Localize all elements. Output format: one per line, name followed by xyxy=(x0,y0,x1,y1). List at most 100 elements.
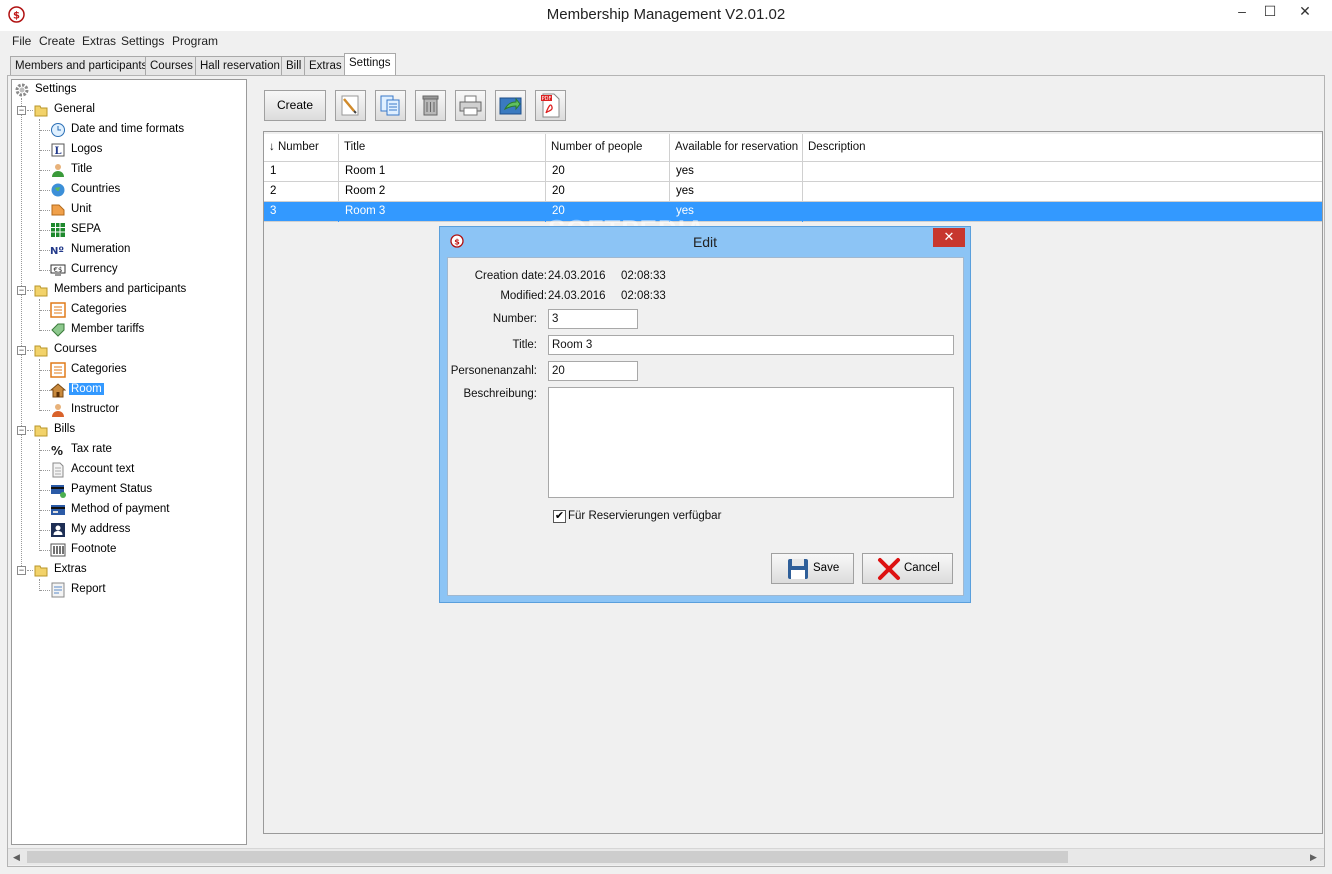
categories-icon xyxy=(50,362,66,378)
column-header-title[interactable]: Title xyxy=(339,134,546,162)
document-icon xyxy=(52,462,64,478)
modified-label: Modified: xyxy=(500,290,547,302)
globe-icon xyxy=(51,183,65,197)
menu-create[interactable]: Create xyxy=(39,34,75,48)
settings-tree[interactable]: Settings − General Date and time formats… xyxy=(11,79,247,845)
creation-date-value: 24.03.2016 xyxy=(548,270,606,282)
svg-text:PDF: PDF xyxy=(542,96,552,102)
collapse-toggle[interactable]: − xyxy=(17,566,26,575)
menu-program[interactable]: Program xyxy=(172,34,218,48)
svg-text:%: % xyxy=(51,444,63,458)
create-button[interactable]: Create xyxy=(264,90,326,121)
cell-title: Room 3 xyxy=(339,202,546,222)
print-button[interactable] xyxy=(455,90,486,121)
printer-icon xyxy=(459,95,482,116)
svg-text:L: L xyxy=(54,146,61,157)
people-count-input[interactable]: 20 xyxy=(548,361,638,381)
tab-members-and-participants[interactable]: Members and participants xyxy=(10,56,153,75)
svg-text:€$: €$ xyxy=(54,266,63,274)
people-count-label: Personenanzahl: xyxy=(450,365,537,377)
collapse-toggle[interactable]: − xyxy=(17,106,26,115)
column-header-available-for-reservation[interactable]: Available for reservation xyxy=(670,134,803,162)
footnote-icon xyxy=(50,543,66,557)
scroll-right-icon[interactable]: ▶ xyxy=(1305,849,1322,865)
creation-time-value: 02:08:33 xyxy=(621,270,666,282)
table-row[interactable]: 2 Room 2 20 yes xyxy=(264,182,1322,202)
save-button[interactable]: Save xyxy=(771,553,854,584)
grid-table-icon xyxy=(51,223,65,237)
tab-bill[interactable]: Bill xyxy=(281,56,307,75)
report-icon xyxy=(51,582,65,598)
tab-courses[interactable]: Courses xyxy=(145,56,198,75)
title-bar: $ Membership Management V2.01.02 – ☐ ✕ xyxy=(0,0,1332,31)
pdf-button[interactable]: PDF xyxy=(535,90,566,121)
table-row[interactable]: 1 Room 1 20 yes xyxy=(264,162,1322,182)
dialog-body: Creation date: 24.03.2016 02:08:33 Modif… xyxy=(447,257,964,596)
description-textarea[interactable] xyxy=(548,387,954,498)
tab-hall-reservation[interactable]: Hall reservation xyxy=(195,56,285,75)
number-input[interactable]: 3 xyxy=(548,309,638,329)
red-x-icon xyxy=(878,558,900,580)
description-label: Beschreibung: xyxy=(463,388,537,400)
checkbox-label: Für Reservierungen verfügbar xyxy=(568,510,722,522)
table-row-selected[interactable]: 3 Room 3 20 yes xyxy=(264,202,1322,222)
logo-icon: L xyxy=(51,143,65,157)
menu-extras[interactable]: Extras xyxy=(82,34,116,48)
trash-icon xyxy=(422,95,439,116)
collapse-toggle[interactable]: − xyxy=(17,426,26,435)
scrollbar-thumb[interactable] xyxy=(27,851,1068,863)
cell-number: 1 xyxy=(264,162,339,182)
creation-date-label: Creation date: xyxy=(474,270,547,282)
window-title: Membership Management V2.01.02 xyxy=(546,6,786,23)
copy-button[interactable] xyxy=(375,90,406,121)
cell-number-of-people: 20 xyxy=(546,182,670,202)
column-header-number-of-people[interactable]: Number of people xyxy=(546,134,670,162)
svg-text:Nº: Nº xyxy=(50,246,64,257)
tab-settings[interactable]: Settings xyxy=(344,53,396,75)
dialog-close-button[interactable]: ✕ xyxy=(933,228,965,247)
title-input[interactable]: Room 3 xyxy=(548,335,954,355)
house-icon xyxy=(50,383,66,398)
cell-description xyxy=(803,162,1322,182)
export-icon xyxy=(499,97,522,115)
export-button[interactable] xyxy=(495,90,526,121)
folder-icon xyxy=(34,425,48,437)
folder-icon xyxy=(34,345,48,357)
cell-description xyxy=(803,182,1322,202)
cell-available: yes xyxy=(670,182,803,202)
folder-icon xyxy=(34,565,48,577)
scroll-left-icon[interactable]: ◀ xyxy=(8,849,25,865)
tag-icon xyxy=(51,323,65,337)
tab-extras[interactable]: Extras xyxy=(304,56,347,75)
delete-button[interactable] xyxy=(415,90,446,121)
pdf-icon: PDF xyxy=(541,93,560,118)
edit-button[interactable] xyxy=(335,90,366,121)
close-window-button[interactable]: ✕ xyxy=(1282,0,1328,24)
number-label: Number: xyxy=(492,313,537,325)
menu-file[interactable]: File xyxy=(12,34,31,48)
currency-icon: €$ xyxy=(50,264,66,276)
percent-icon: % xyxy=(51,444,63,458)
menu-bar: File Create Extras Settings Program xyxy=(0,31,1332,51)
dialog-title: Edit xyxy=(692,234,718,250)
title-label: Title: xyxy=(512,339,538,351)
credit-card-icon xyxy=(51,485,66,498)
person-icon xyxy=(52,164,64,177)
column-header-description[interactable]: Description xyxy=(803,134,1322,162)
collapse-toggle[interactable]: − xyxy=(17,286,26,295)
cell-number-of-people: 20 xyxy=(546,162,670,182)
horizontal-scrollbar[interactable]: ◀ ▶ xyxy=(8,848,1324,865)
floppy-disk-icon xyxy=(788,559,808,579)
copy-icon xyxy=(380,95,400,116)
available-for-reservation-checkbox[interactable]: ✔ xyxy=(553,510,566,523)
edit-dialog: $ Edit ✕ Creation date: 24.03.2016 02:08… xyxy=(439,226,971,603)
edit-icon xyxy=(341,95,359,116)
unit-icon xyxy=(51,204,65,216)
cancel-button[interactable]: Cancel xyxy=(862,553,953,584)
collapse-toggle[interactable]: − xyxy=(17,346,26,355)
menu-settings[interactable]: Settings xyxy=(121,34,164,48)
cell-description xyxy=(803,202,1322,222)
column-header-number[interactable]: ↓ Number xyxy=(264,134,339,162)
credit-card-icon xyxy=(51,505,65,515)
clock-calendar-icon xyxy=(51,123,65,137)
